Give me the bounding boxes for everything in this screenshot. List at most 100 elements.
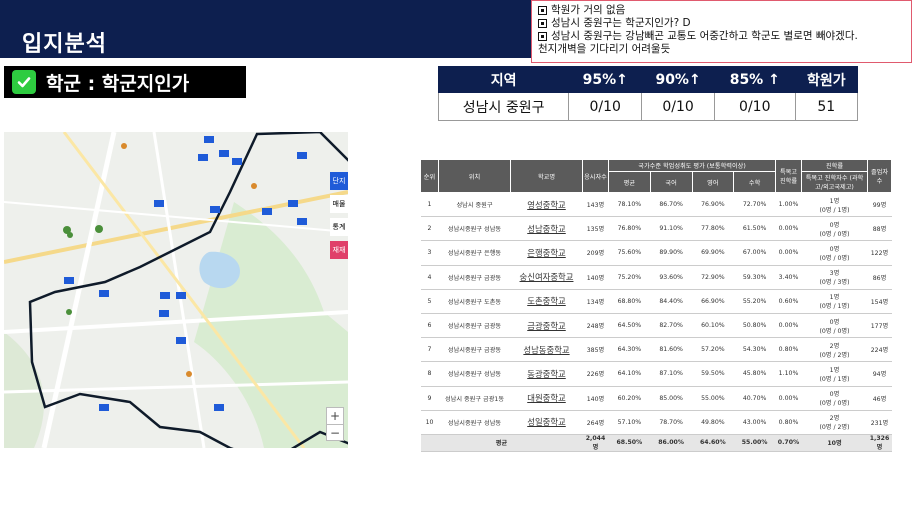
- zoom-out-button[interactable]: −: [327, 425, 343, 441]
- average-cell: 55.00%: [733, 434, 776, 452]
- average-cell: 86.00%: [650, 434, 692, 452]
- table-cell: 성남시중원구 금광동: [438, 313, 511, 339]
- table-cell: 64.30%: [608, 337, 651, 363]
- table-cell: 76.80%: [608, 216, 651, 242]
- summary-cell: 0/10: [568, 92, 643, 121]
- average-cell: 1,326명: [867, 434, 892, 452]
- table-cell: 0명 (0명 / 0명): [801, 386, 868, 411]
- average-row: 평균 2,044명 68.50% 86.00% 64.60% 55.00% 0.70% 10명…: [420, 434, 892, 452]
- school-name-link[interactable]: 성남동중학교: [510, 337, 583, 363]
- section-label: 학군 : 학군지인가: [46, 72, 190, 95]
- col-english: 영어: [691, 171, 735, 193]
- summary-header: 지역: [437, 66, 570, 93]
- school-name-link[interactable]: 대원중학교: [510, 386, 583, 411]
- table-cell: 0.80%: [775, 337, 802, 363]
- table-cell: 54.30%: [733, 337, 776, 363]
- table-cell: 264명: [582, 410, 609, 435]
- school-name-link[interactable]: 금광중학교: [510, 313, 583, 339]
- school-name-link[interactable]: 영성중학교: [510, 192, 583, 218]
- table-cell: 0명 (0명 / 0명): [801, 216, 868, 242]
- table-cell: 5: [420, 289, 439, 314]
- table-row: 2 성남시중원구 성남동 성남중학교 135명 76.80% 91.10% 77.80% 61…: [420, 216, 892, 242]
- school-name-link[interactable]: 은행중학교: [510, 240, 583, 266]
- map-redevelop-button[interactable]: 재재: [330, 241, 348, 259]
- table-cell: 성남시중원구 도촌동: [438, 289, 511, 314]
- table-cell: 75.60%: [608, 240, 651, 266]
- table-cell: 1명 (0명 / 1명): [801, 192, 868, 218]
- table-cell: 140명: [582, 265, 609, 290]
- table-cell: 72.70%: [733, 192, 776, 218]
- table-cell: 134명: [582, 289, 609, 314]
- note-box: 학원가 거의 없음 성남시 중원구는 학군지인가? D 성남시 중원구는 강남빼…: [531, 0, 912, 63]
- table-cell: 64.50%: [608, 313, 651, 339]
- table-cell: 78.10%: [608, 192, 651, 218]
- summary-table: 지역 95%↑ 90%↑ 85% ↑ 학원가 성남시 중원구 0/10 0/10…: [437, 66, 859, 121]
- school-name-link[interactable]: 동광중학교: [510, 361, 583, 387]
- school-name-link[interactable]: 숭신여자중학교: [510, 265, 583, 290]
- table-cell: 122명: [867, 240, 892, 266]
- slide: 입지분석 학원가 거의 없음 성남시 중원구는 학군지인가? D 성남시 중원구…: [0, 0, 912, 513]
- table-cell: 88명: [867, 216, 892, 242]
- table-cell: 3.40%: [775, 265, 802, 290]
- table-cell: 43.00%: [733, 410, 776, 435]
- average-cell: 68.50%: [608, 434, 651, 452]
- summary-header: 85% ↑: [714, 66, 796, 93]
- table-cell: 67.00%: [733, 240, 776, 266]
- table-cell: 7: [420, 337, 439, 363]
- table-cell: 1: [420, 192, 439, 218]
- table-row: 3 성남시중원구 은행동 은행중학교 209명 75.60% 89.90% 69.90% 67…: [420, 240, 892, 266]
- table-cell: 140명: [582, 386, 609, 411]
- table-cell: 40.70%: [733, 386, 776, 411]
- col-avg: 평균: [608, 171, 651, 193]
- table-cell: 99명: [867, 192, 892, 218]
- col-korean: 국어: [649, 171, 693, 193]
- table-cell: 8: [420, 361, 439, 387]
- table-cell: 0.00%: [775, 216, 802, 242]
- table-cell: 0.80%: [775, 410, 802, 435]
- table-cell: 50.80%: [733, 313, 776, 339]
- table-cell: 69.90%: [692, 240, 734, 266]
- table-cell: 성남시중원구 성남동: [438, 216, 511, 242]
- school-name-link[interactable]: 성일중학교: [510, 410, 583, 435]
- table-cell: 성남시 중원구 금광1동: [438, 386, 511, 411]
- table-cell: 87.10%: [650, 361, 692, 387]
- average-cell: 2,044명: [582, 434, 609, 452]
- col-advance-group: 진학률: [801, 159, 868, 172]
- note-item: 성남시 중원구는 강남빼곤 교통도 어중간하고 학군도 별로면 빼야겠다.: [538, 30, 905, 43]
- table-row: 4 성남시중원구 금광동 숭신여자중학교 140명 75.20% 93.60% 72.90%…: [420, 265, 892, 290]
- map-stats-button[interactable]: 통계: [330, 218, 348, 236]
- table-cell: 1.00%: [775, 192, 802, 218]
- table-cell: 45.80%: [733, 361, 776, 387]
- table-row: 1 성남시 중원구 영성중학교 143명 78.10% 86.70% 76.90% 72.70…: [420, 192, 892, 218]
- summary-header: 학원가: [794, 66, 859, 93]
- table-cell: 2: [420, 216, 439, 242]
- table-cell: 0.00%: [775, 386, 802, 411]
- average-cell: 64.60%: [692, 434, 734, 452]
- summary-row: 성남시 중원구 0/10 0/10 0/10 51: [437, 92, 859, 121]
- col-achievement-group: 국가수준 학업성취도 평가 (보통학력이상): [608, 159, 776, 172]
- table-row: 10 성남시중원구 성남동 성일중학교 264명 57.10% 78.70% 49.80% 4…: [420, 410, 892, 435]
- table-cell: 89.90%: [650, 240, 692, 266]
- map-complex-button[interactable]: 단지: [330, 172, 348, 190]
- school-district-map[interactable]: 단지 매물 통계 재재: [4, 132, 348, 448]
- average-cell: 평균: [420, 434, 583, 452]
- school-name-link[interactable]: 도촌중학교: [510, 289, 583, 314]
- table-cell: 91.10%: [650, 216, 692, 242]
- table-cell: 3명 (0명 / 3명): [801, 265, 868, 290]
- table-cell: 0.00%: [775, 240, 802, 266]
- col-rank: 순위: [420, 159, 439, 193]
- table-cell: 76.90%: [692, 192, 734, 218]
- table-cell: 154명: [867, 289, 892, 314]
- table-cell: 209명: [582, 240, 609, 266]
- summary-cell: 0/10: [714, 92, 796, 121]
- table-cell: 226명: [582, 361, 609, 387]
- average-cell: 10명: [801, 434, 868, 452]
- table-cell: 1명 (0명 / 1명): [801, 361, 868, 387]
- table-row: 8 성남시중원구 성남동 동광중학교 226명 64.10% 87.10% 59.50% 45…: [420, 361, 892, 387]
- table-cell: 60.10%: [692, 313, 734, 339]
- table-cell: 72.90%: [692, 265, 734, 290]
- zoom-in-button[interactable]: +: [327, 408, 343, 425]
- page-title: 입지분석: [22, 32, 107, 57]
- map-listing-button[interactable]: 매물: [330, 195, 348, 213]
- school-name-link[interactable]: 성남중학교: [510, 216, 583, 242]
